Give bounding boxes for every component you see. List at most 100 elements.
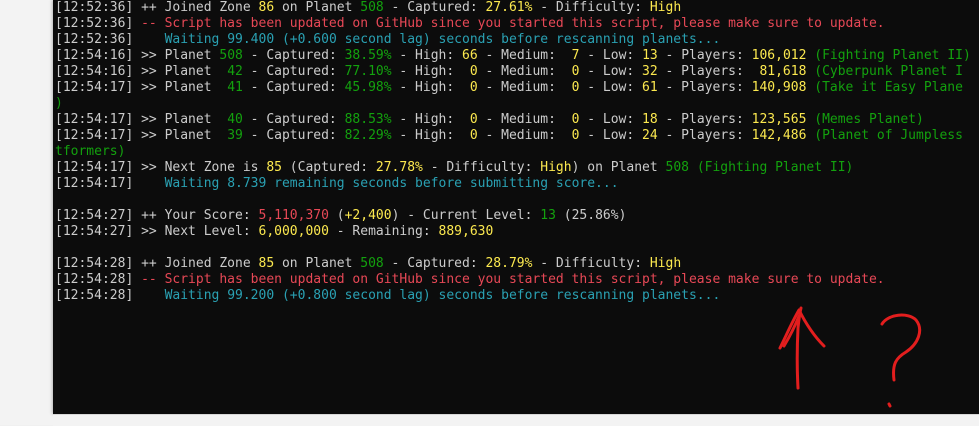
console-text: - Difficulty: [532,256,650,271]
console-text: Waiting 99.400 (+0.600 second lag) secon… [164,32,721,47]
console-output: [12:52:36] ++ Joined Zone 86 on Planet 5… [53,0,979,304]
console-text: - Captured: [242,64,345,79]
console-text: 0 [563,128,580,143]
console-text: 508 [360,256,384,271]
console-text: [12:52:36] [55,32,165,47]
console-text: 41 [227,80,243,95]
console-text: 32 [642,64,658,79]
console-text: 13 [540,208,556,223]
console-text: - High: [391,48,463,63]
console-text: (25.86%) [555,208,627,223]
console-text: Waiting 99.200 (+0.800 second lag) secon… [164,288,721,303]
console-text: Waiting 8.739 remaining seconds before s… [164,176,619,191]
console-text: [12:54:28] ++ Joined Zone [55,256,259,271]
console-text: - Medium: [477,80,564,95]
console-text: 6,000,000 [258,224,329,239]
console-text: 0 [563,112,580,127]
console-text: - Medium: [477,112,564,127]
console-text: [12:54:16] >> Planet [55,64,228,79]
console-text: [12:54:17] >> Next Zone is [55,160,267,175]
console-line: [12:52:36] Waiting 99.400 (+0.600 second… [55,32,979,48]
console-text: 0 [462,64,478,79]
console-text: 0 [563,64,580,79]
console-text: ) [55,96,63,111]
console-line: [12:52:36] ++ Joined Zone 86 on Planet 5… [55,0,979,16]
window-bottom-edge [53,414,979,426]
console-line: [12:54:17] >> Planet 39 - Captured: 82.2… [55,128,979,144]
console-text: - Players: [657,64,752,79]
console-line: [12:54:17] Waiting 8.739 remaining secon… [55,176,979,192]
console-text: - Low: [579,80,643,95]
console-text: - Players: [657,112,752,127]
console-text: -- Script has been updated on GitHub sin… [141,16,885,31]
console-text: - High: [391,128,463,143]
console-text: - High: [391,112,463,127]
console-text: [12:54:17] >> Planet [55,112,228,127]
console-text: [12:54:16] >> Planet [55,48,220,63]
console-window[interactable]: [12:52:36] ++ Joined Zone 86 on Planet 5… [53,0,979,414]
console-text: (Captured: [281,160,376,175]
console-text: (Fighting Planet II) [689,160,854,175]
console-text: 0 [462,80,478,95]
console-text: 508 [665,160,689,175]
console-text: on Planet [274,256,361,271]
console-text: 7 [563,48,580,63]
console-line: [12:54:16] >> Planet 42 - Captured: 77.1… [55,64,979,80]
console-text: - Captured: [383,0,486,15]
console-text: 61 [642,80,658,95]
console-text: (Planet of Jumpless [806,128,963,143]
console-text: 38.59% [344,48,392,63]
console-line: [12:54:28] Waiting 99.200 (+0.800 second… [55,288,979,304]
console-text: - Captured: [383,256,486,271]
console-text: High [649,0,682,15]
console-text: 39 [227,128,243,143]
console-text: - Captured: [242,80,345,95]
console-text: - Remaining: [328,224,439,239]
console-line: [12:54:27] >> Next Level: 6,000,000 - Re… [55,224,979,240]
console-text: 889,630 [438,224,494,239]
console-line: [12:52:36] -- Script has been updated on… [55,16,979,32]
console-text: - Difficulty: [532,0,650,15]
console-text: 508 [360,0,384,15]
console-text: 42 [227,64,243,79]
console-text: - Medium: [477,64,564,79]
console-text: - Players: [657,48,752,63]
console-text: (Fighting Planet II) [806,48,971,63]
console-text: 66 [462,48,478,63]
console-text: 86 [258,0,275,15]
console-text: 45.98% [344,80,392,95]
console-text: [12:54:28] [55,272,142,287]
console-text: - Low: [579,48,643,63]
console-line: [12:54:17] >> Planet 40 - Captured: 88.5… [55,112,979,128]
console-text: ) on Planet [571,160,666,175]
console-text: 140,908 [751,80,807,95]
console-text: 0 [462,112,478,127]
console-text: 18 [642,112,658,127]
console-line: [12:54:28] -- Script has been updated on… [55,272,979,288]
console-text: [12:52:36] [55,16,142,31]
console-text: - Difficulty: [422,160,541,175]
window-left-edge [0,0,53,425]
console-text: 81,618 [751,64,807,79]
console-text: [12:54:27] ++ Your Score: [55,208,259,223]
console-text: [12:54:17] [55,176,165,191]
console-text: [12:54:28] [55,288,165,303]
console-text: 0 [462,128,478,143]
console-text: (Cyberpunk Planet I [806,64,963,79]
console-text: [12:54:17] >> Planet [55,128,228,143]
console-text: 85 [266,160,282,175]
console-text: +2,400 [344,208,392,223]
console-text: - Captured: [242,128,345,143]
console-line: [12:54:17] >> Planet 41 - Captured: 45.9… [55,80,979,96]
console-text: 5,110,370 [258,208,329,223]
console-text: 106,012 [751,48,807,63]
console-text: - Low: [579,64,643,79]
console-text: (Memes Planet) [806,112,924,127]
console-text: - Medium: [477,48,564,63]
console-text: (Take it Easy Plane [806,80,963,95]
console-text: 27.78% [375,160,423,175]
console-text: - Low: [579,128,643,143]
console-text: [12:54:27] >> Next Level: [55,224,259,239]
